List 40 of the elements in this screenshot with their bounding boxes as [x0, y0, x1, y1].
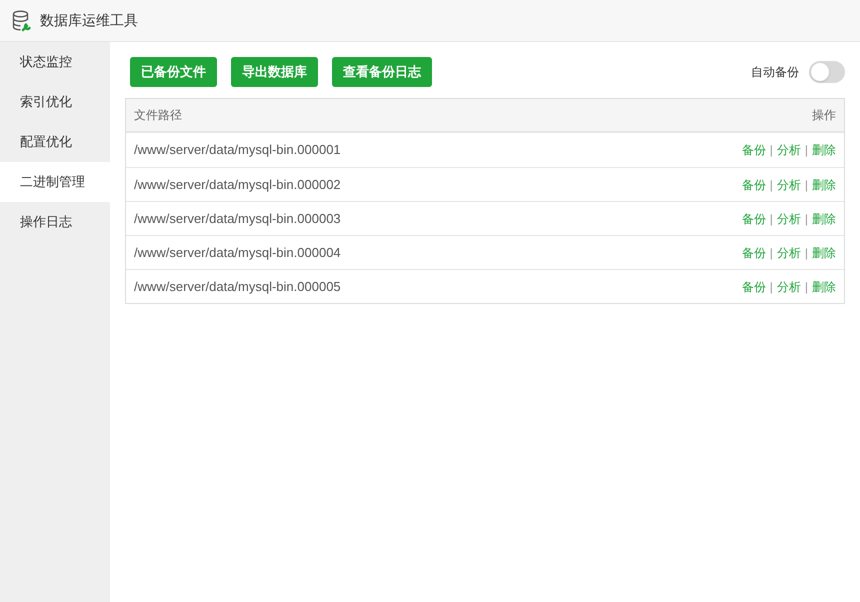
separator: | [804, 142, 809, 159]
row-action-link[interactable]: 分析 [776, 210, 801, 228]
database-wrench-icon [12, 10, 32, 32]
row-action-link[interactable]: 删除 [812, 278, 836, 296]
separator: | [804, 244, 809, 262]
column-header: 操作 [812, 107, 836, 124]
file-path: /www/server/data/mysql-bin.000005 [134, 278, 341, 296]
row-action-link[interactable]: 删除 [812, 176, 836, 194]
file-path: /www/server/data/mysql-bin.000004 [134, 244, 341, 262]
row-action-link[interactable]: 备份 [742, 141, 766, 159]
sidebar-item[interactable]: 二进制管理 [0, 162, 110, 202]
toolbar-button[interactable]: 导出数据库 [231, 57, 318, 87]
toolbar-button[interactable]: 已备份文件 [130, 57, 217, 87]
separator: | [768, 278, 774, 296]
row-action-link[interactable]: 删除 [812, 210, 836, 228]
column-header: 文件路径 [134, 107, 182, 124]
separator: | [804, 176, 809, 194]
window-title: 数据库运维工具 [40, 11, 138, 30]
row-action-link[interactable]: 备份 [742, 278, 766, 296]
file-path: /www/server/data/mysql-bin.000003 [134, 210, 341, 228]
row-action-link[interactable]: 删除 [812, 244, 836, 262]
row-action-link[interactable]: 分析 [776, 278, 801, 296]
separator: | [804, 210, 809, 228]
auto-backup-label: 自动备份 [751, 64, 799, 81]
file-path: /www/server/data/mysql-bin.000001 [134, 141, 341, 160]
auto-backup-toggle[interactable] [809, 61, 845, 83]
row-action-link[interactable]: 备份 [742, 210, 766, 228]
separator: | [768, 176, 774, 194]
row-action-link[interactable]: 分析 [776, 244, 801, 262]
separator: | [768, 210, 774, 228]
separator: | [804, 278, 809, 296]
row-action-link[interactable]: 分析 [776, 141, 801, 159]
row-action-link[interactable]: 删除 [812, 141, 836, 159]
row-action-link[interactable]: 备份 [742, 176, 766, 194]
file-path: /www/server/data/mysql-bin.000002 [134, 176, 341, 194]
separator: | [768, 244, 774, 262]
row-action-link[interactable]: 分析 [776, 176, 801, 194]
separator: | [768, 142, 774, 159]
toolbar-button[interactable]: 查看备份日志 [332, 57, 432, 87]
row-action-link[interactable]: 备份 [742, 244, 766, 262]
